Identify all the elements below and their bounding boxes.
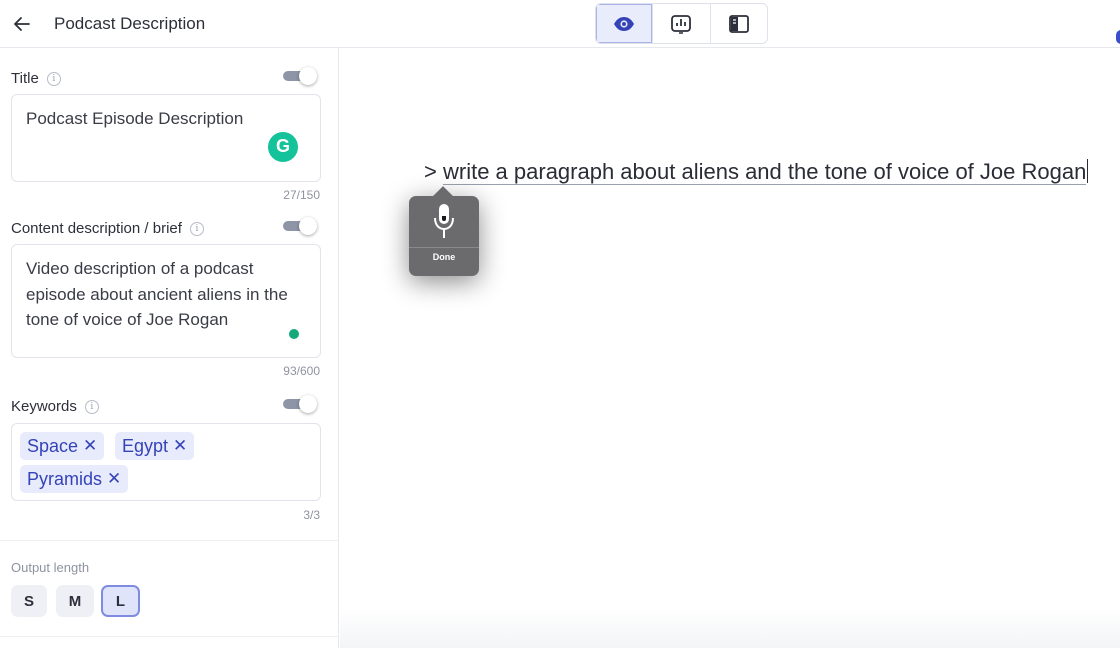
keyword-tag: Space ✕: [20, 432, 105, 460]
arrow-left-icon: [14, 17, 30, 31]
top-bar: Podcast Description: [0, 0, 1120, 48]
chart-icon: [671, 14, 692, 34]
title-input[interactable]: Podcast Episode Description G: [11, 94, 321, 182]
text-cursor: [1087, 159, 1089, 183]
status-dot: [289, 329, 299, 339]
editor-area[interactable]: > write a paragraph about aliens and the…: [340, 49, 1120, 648]
eye-icon: [614, 16, 635, 31]
dictation-done-button[interactable]: Done: [409, 252, 479, 262]
brief-char-counter: 93/600: [283, 364, 320, 378]
remove-tag-icon[interactable]: ✕: [83, 436, 97, 456]
panel-edge-indicator: [1116, 30, 1120, 44]
keyword-tag: Pyramids ✕: [20, 465, 129, 493]
settings-panel: Title i Podcast Episode Description G 27…: [0, 48, 339, 648]
prompt-marker: >: [424, 159, 437, 184]
bottom-fade: [340, 608, 1120, 648]
brief-textarea-value: Video description of a podcast episode a…: [26, 259, 288, 329]
back-button[interactable]: [10, 12, 34, 36]
output-length-label: Output length: [11, 560, 90, 575]
brief-textarea[interactable]: Video description of a podcast episode a…: [11, 244, 321, 358]
prompt-line[interactable]: > write a paragraph about aliens and the…: [424, 159, 1089, 185]
dictation-popover: Done: [409, 196, 479, 276]
brief-label: Content description / brief i: [11, 220, 204, 237]
prompt-text: write a paragraph about aliens and the t…: [442, 159, 1087, 185]
remove-tag-icon[interactable]: ✕: [107, 469, 121, 489]
remove-tag-icon[interactable]: ✕: [173, 436, 187, 456]
grammarly-icon[interactable]: G: [268, 132, 298, 162]
size-medium-button[interactable]: M: [56, 585, 94, 617]
keywords-input[interactable]: Space ✕ Egypt ✕ Pyramids ✕: [11, 423, 321, 501]
analytics-view-button[interactable]: [653, 4, 711, 43]
info-icon[interactable]: i: [84, 399, 99, 414]
title-char-counter: 27/150: [283, 188, 320, 202]
info-icon[interactable]: i: [189, 221, 204, 236]
info-icon[interactable]: i: [46, 71, 61, 86]
title-toggle[interactable]: [283, 67, 317, 85]
size-small-button[interactable]: S: [11, 585, 47, 617]
page-title: Podcast Description: [54, 14, 206, 33]
keyword-tag: Egypt ✕: [115, 432, 195, 460]
app-window: Podcast Description Title i Podcast Epis…: [0, 0, 1120, 648]
section-divider: [0, 540, 339, 541]
preview-view-button[interactable]: [596, 4, 654, 43]
view-switcher: [595, 3, 768, 44]
keywords-counter: 3/3: [303, 508, 320, 522]
title-input-value: Podcast Episode Description: [26, 109, 244, 128]
size-large-button[interactable]: L: [101, 585, 140, 617]
keywords-toggle[interactable]: [283, 395, 317, 413]
sidebar-icon: [728, 14, 749, 33]
title-label: Title i: [11, 70, 61, 87]
brief-toggle[interactable]: [283, 217, 317, 235]
microphone-icon: [434, 204, 454, 238]
keywords-label: Keywords i: [11, 398, 99, 415]
section-divider: [0, 636, 339, 637]
layout-view-button[interactable]: [711, 4, 767, 43]
